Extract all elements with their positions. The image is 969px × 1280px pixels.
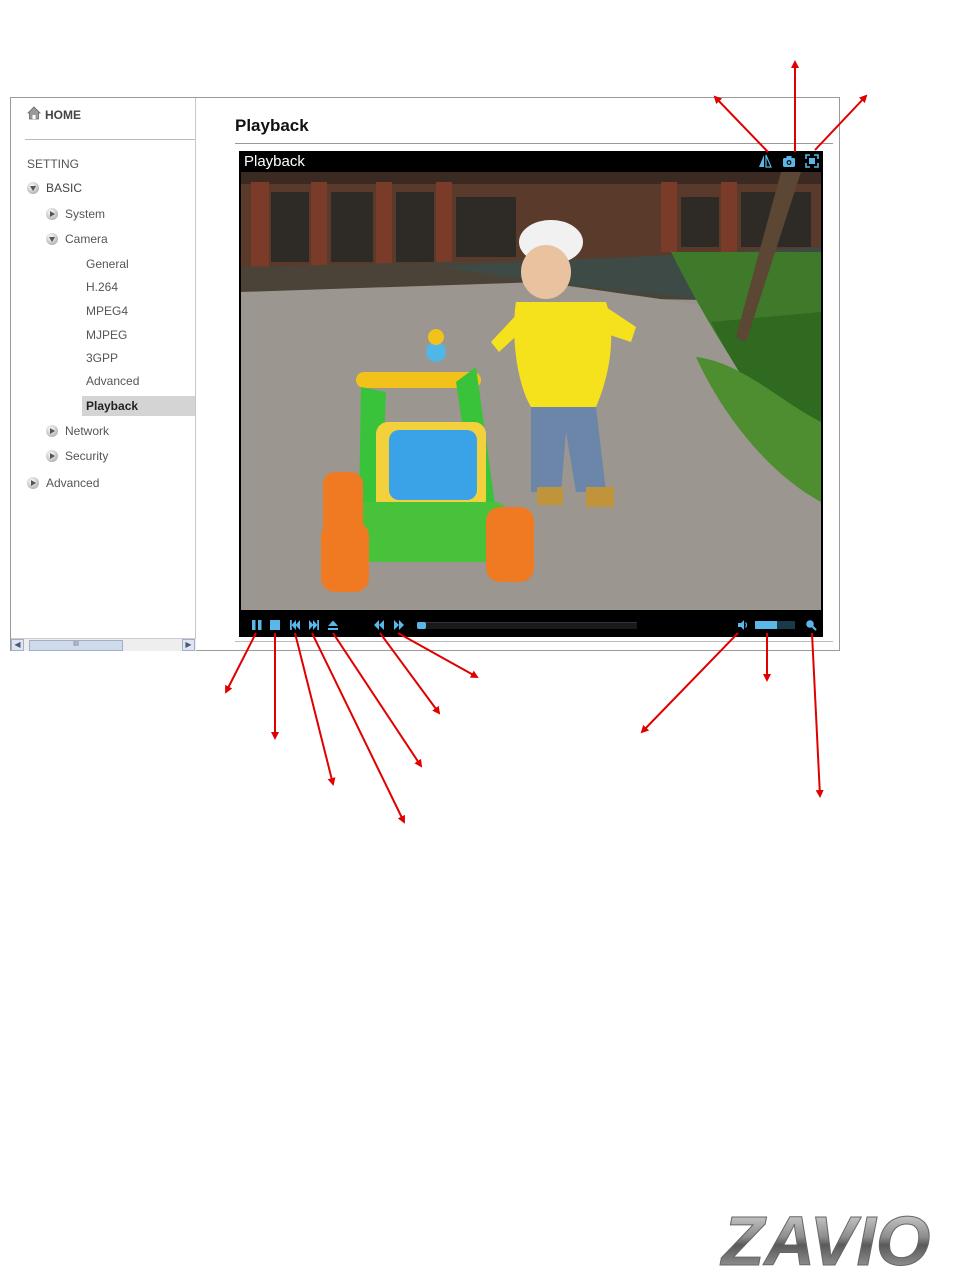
annotation-arrows	[225, 60, 868, 824]
arrow-forward	[397, 632, 479, 678]
arrow-eject	[332, 632, 423, 768]
arrow-volume	[640, 632, 739, 734]
arrow-fullscreen	[814, 94, 868, 151]
arrow-rewind	[379, 632, 441, 715]
arrow-zoom	[811, 632, 824, 798]
arrow-next	[311, 632, 405, 824]
arrow-pause	[225, 632, 257, 694]
zavio-logo: ZAVIO	[719, 1205, 931, 1277]
logo-text: ZAVIO	[720, 1205, 931, 1277]
arrow-flip	[713, 95, 769, 153]
arrow-previous	[294, 632, 336, 786]
